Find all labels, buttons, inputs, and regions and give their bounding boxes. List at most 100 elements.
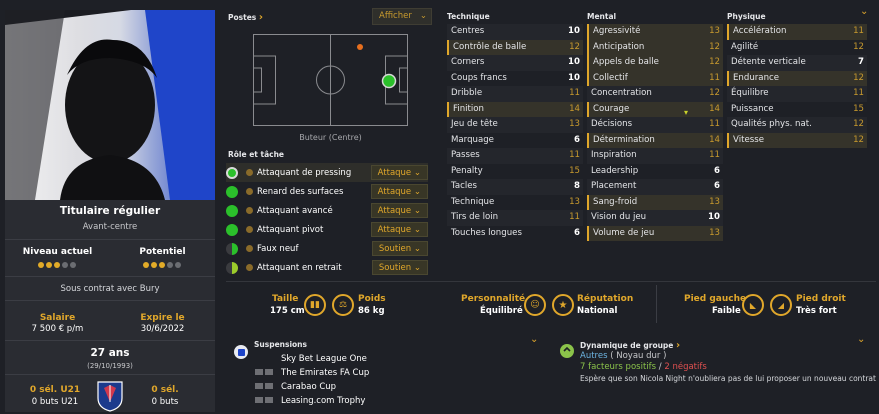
info-icon[interactable] <box>246 169 253 176</box>
attribute-row[interactable]: Puissance 15 <box>727 102 867 118</box>
dynamics-chevron-icon[interactable]: ⌄ <box>857 334 865 345</box>
attribute-label: Équilibre <box>731 88 769 98</box>
personality-icon: ☺ <box>524 294 546 316</box>
attribute-label: Penalty <box>451 165 483 176</box>
role-row[interactable]: Attaquant pivot Attaque ⌄ <box>226 220 428 239</box>
info-icon[interactable] <box>246 207 253 214</box>
role-name: Renard des surfaces <box>257 186 344 197</box>
attribute-row[interactable]: Endurance 12 <box>727 70 867 86</box>
duty-select[interactable]: Attaque ⌄ <box>370 222 428 237</box>
info-icon[interactable] <box>246 245 253 252</box>
player-silhouette <box>5 10 215 200</box>
suspensions-header: Suspensions <box>254 340 307 349</box>
attribute-label: Agilité <box>731 41 759 52</box>
senior-goals: 0 buts <box>151 397 179 407</box>
potential-label: Potentiel <box>139 247 186 257</box>
player-position: Avant-centre <box>82 222 138 232</box>
attribute-label: Volume de jeu <box>593 227 655 238</box>
dynamics-group: Autres ( Noyau dur ) <box>580 351 667 361</box>
attribute-value: 11 <box>853 88 864 98</box>
info-icon[interactable] <box>246 226 253 233</box>
attribute-label: Placement <box>591 181 637 191</box>
dynamics-header[interactable]: Dynamique de groupe › <box>580 340 680 351</box>
role-row[interactable]: Faux neuf Soutien ⌄ <box>226 239 428 258</box>
attribute-row[interactable]: Tacles 8 <box>447 179 583 195</box>
attribute-row[interactable]: Collectif 11 <box>587 70 723 86</box>
role-row[interactable]: Attaquant avancé Attaque ⌄ <box>226 201 428 220</box>
attribute-row[interactable]: Passes 11 <box>447 148 583 164</box>
attribute-row[interactable]: Leadership 6 <box>587 164 723 180</box>
attribute-row[interactable]: Accélération 11 <box>727 24 867 40</box>
salary-label: Salaire <box>39 313 76 323</box>
list-item: Sky Bet League One <box>281 354 367 364</box>
attribute-row[interactable]: Corners 10 <box>447 55 583 71</box>
duty-select[interactable]: Attaque ⌄ <box>370 165 428 180</box>
attribute-label: Vitesse <box>733 134 764 145</box>
attribute-row[interactable]: Jeu de tête 13 <box>447 117 583 133</box>
suspension-status-icon <box>255 368 281 378</box>
u21-goals: 0 buts U21 <box>31 397 79 407</box>
attribute-row[interactable]: Finition 14 <box>447 101 583 117</box>
attribute-row[interactable]: Anticipation 12 <box>587 39 723 55</box>
attribute-value: 14 <box>709 134 720 145</box>
attribute-row[interactable]: Concentration 12 <box>587 86 723 102</box>
attribute-row[interactable]: Placement 6 <box>587 179 723 195</box>
attribute-row[interactable]: Marquage 6 <box>447 133 583 149</box>
role-row[interactable]: Attaquant de pressing Attaque ⌄ <box>226 163 428 182</box>
attribute-value: 12 <box>853 41 864 52</box>
attribute-label: Coups francs <box>451 72 507 83</box>
attribute-row[interactable]: Penalty 15 <box>447 164 583 180</box>
duty-select[interactable]: Soutien ⌄ <box>371 241 428 256</box>
attribute-row[interactable]: Coups francs 10 <box>447 71 583 87</box>
collapse-chevron-icon[interactable]: ⌄ <box>860 6 868 17</box>
dynamics-quote: Espère que son Nicola Night n'oubliera p… <box>580 374 876 383</box>
technique-attributes: Centres 10 Contrôle de balle 12 Corners 10 Cou… <box>447 24 583 241</box>
attribute-row[interactable]: Équilibre 11 <box>727 86 867 102</box>
attribute-row[interactable]: Appels de balle 12 <box>587 55 723 71</box>
attribute-row[interactable]: Centres 10 <box>447 24 583 40</box>
info-icon[interactable] <box>246 264 253 271</box>
attribute-row[interactable]: Touches longues 6 <box>447 226 583 242</box>
show-dropdown[interactable]: Afficher ⌄ <box>372 8 432 25</box>
contract-text: Sous contrat avec Bury <box>60 284 160 294</box>
attribute-row[interactable]: Vitesse 12 <box>727 132 867 148</box>
attribute-row[interactable]: Contrôle de balle 12 <box>447 39 583 55</box>
attribute-row[interactable]: Agressivité 13 <box>587 24 723 40</box>
attribute-row[interactable]: Détermination 14 <box>587 132 723 148</box>
positions-header[interactable]: Postes › <box>228 12 263 23</box>
attribute-label: Finition <box>453 103 485 114</box>
attribute-row[interactable]: Vision du jeu 10 <box>587 210 723 226</box>
role-suitability-icon <box>226 204 238 217</box>
attribute-label: Agressivité <box>593 26 641 36</box>
attribute-value: 13 <box>569 119 580 129</box>
info-icon[interactable] <box>246 188 253 195</box>
suspensions-chevron-icon[interactable]: ⌄ <box>530 334 538 345</box>
role-row[interactable]: Renard des surfaces Attaque ⌄ <box>226 182 428 201</box>
attribute-row[interactable]: Volume de jeu 13 <box>587 225 723 241</box>
attribute-row[interactable]: Tirs de loin 11 <box>447 210 583 226</box>
attribute-value: 11 <box>569 88 580 98</box>
attribute-row[interactable]: Dribble 11 <box>447 86 583 102</box>
role-row[interactable]: Attaquant en retrait Soutien ⌄ <box>226 258 428 277</box>
attribute-label: Puissance <box>731 103 774 114</box>
attribute-label: Détermination <box>593 134 655 145</box>
attribute-row[interactable]: Inspiration 11 <box>587 148 723 164</box>
attribute-row[interactable]: Sang-froid 13 <box>587 194 723 210</box>
suspension-icon <box>234 345 248 359</box>
attribute-row[interactable]: Décisions 11 <box>587 117 723 133</box>
group-link[interactable]: Autres <box>580 351 608 361</box>
player-age: 27 ans <box>90 347 130 359</box>
attribute-row[interactable]: Agilité 12 <box>727 40 867 56</box>
attribute-row[interactable]: Qualités phys. nat. 12 <box>727 117 867 133</box>
attribute-label: Jeu de tête <box>451 119 498 129</box>
duty-select[interactable]: Attaque ⌄ <box>370 184 428 199</box>
attribute-row[interactable]: Courage 14 <box>587 101 723 117</box>
role-suitability-icon <box>226 242 238 255</box>
attribute-row[interactable]: Détente verticale 7 <box>727 55 867 71</box>
role-name: Faux neuf <box>257 243 299 254</box>
duty-select[interactable]: Soutien ⌄ <box>371 260 428 275</box>
attribute-value: 11 <box>709 150 720 160</box>
attribute-label: Endurance <box>733 72 780 83</box>
attribute-row[interactable]: Technique 13 <box>447 195 583 211</box>
duty-select[interactable]: Attaque ⌄ <box>370 203 428 218</box>
